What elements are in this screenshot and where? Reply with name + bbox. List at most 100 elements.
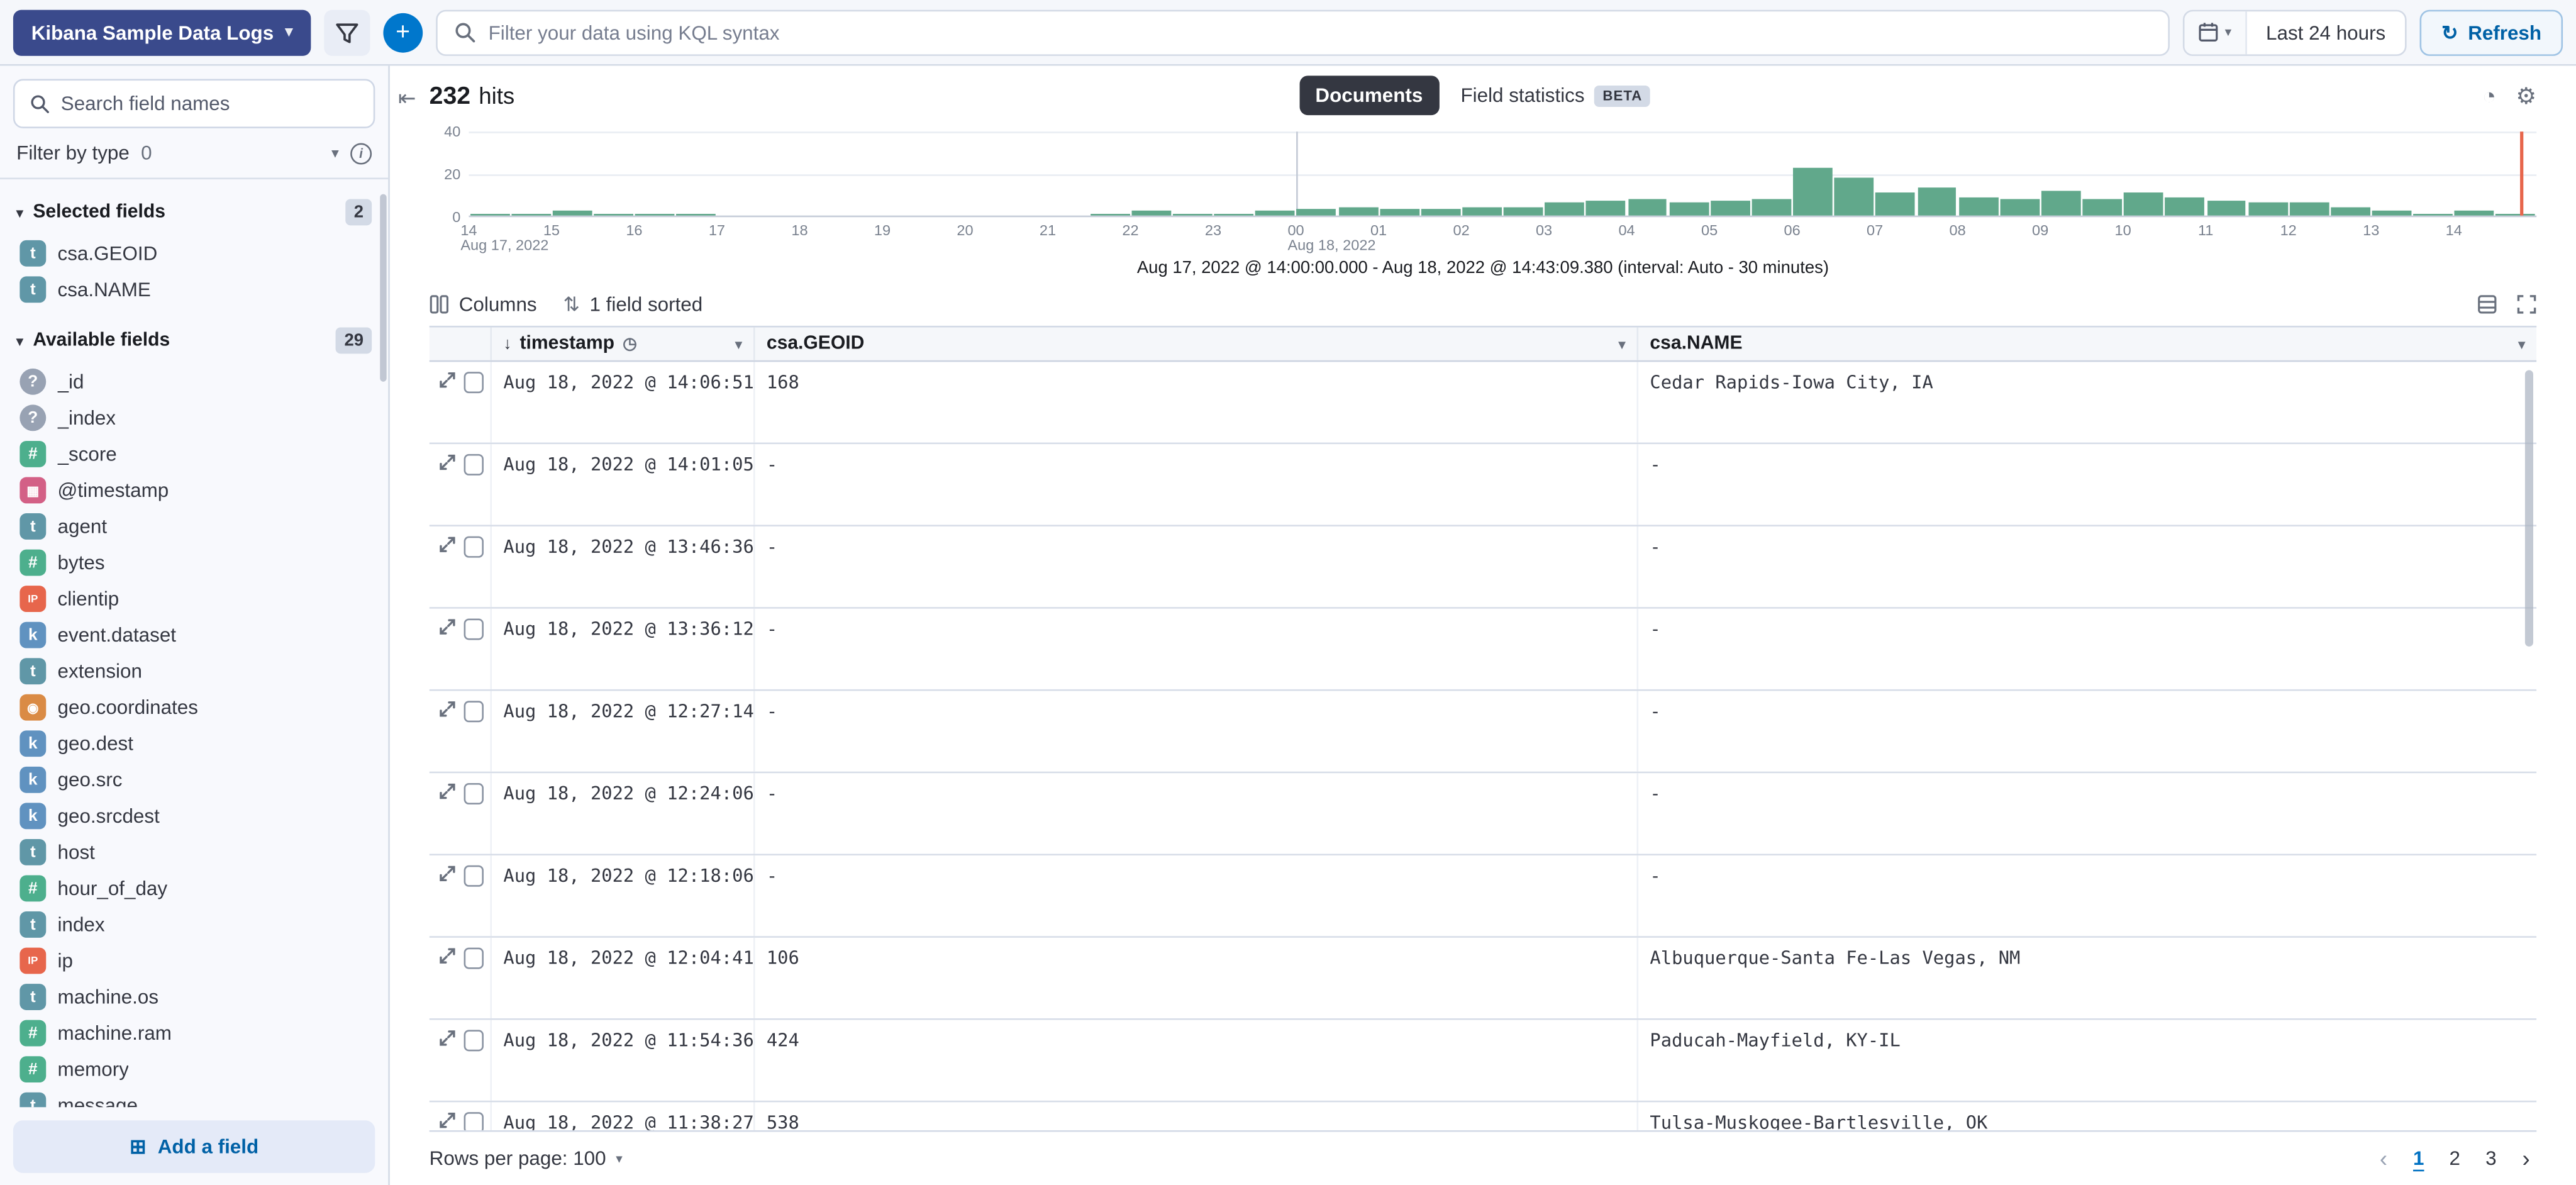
histogram-bar[interactable] bbox=[1504, 207, 1543, 215]
expand-row-button[interactable] bbox=[439, 948, 455, 964]
cell-csa-geoid[interactable]: - bbox=[755, 855, 1639, 936]
display-options-button[interactable] bbox=[2477, 294, 2497, 314]
row-checkbox[interactable] bbox=[464, 454, 484, 476]
field-item-@timestamp[interactable]: ▦@timestamp bbox=[16, 472, 372, 509]
cell-csa-geoid[interactable]: - bbox=[755, 444, 1639, 525]
column-header-csa-name[interactable]: csa.NAME ▾ bbox=[1638, 328, 2536, 360]
expand-row-button[interactable] bbox=[439, 865, 455, 882]
table-row[interactable]: Aug 18, 2022 @ 13:36:12.692-- bbox=[430, 609, 2537, 691]
histogram-bar[interactable] bbox=[2248, 203, 2288, 216]
column-header-timestamp[interactable]: ↓ timestamp ◷ ▾ bbox=[492, 328, 755, 360]
filter-by-type-row[interactable]: Filter by type 0 ▾ i bbox=[0, 138, 388, 179]
field-item-_score[interactable]: #_score bbox=[16, 436, 372, 472]
fullscreen-button[interactable] bbox=[2517, 294, 2536, 314]
histogram-bar[interactable] bbox=[2372, 211, 2412, 216]
cell-csa-geoid[interactable]: 168 bbox=[755, 362, 1639, 442]
histogram-bar[interactable] bbox=[1214, 213, 1254, 215]
cell-csa-name[interactable]: - bbox=[1638, 444, 2536, 525]
info-icon[interactable]: i bbox=[350, 142, 372, 164]
histogram-bar[interactable] bbox=[1793, 167, 1833, 216]
row-checkbox[interactable] bbox=[464, 865, 484, 887]
expand-row-button[interactable] bbox=[439, 701, 455, 717]
refresh-button[interactable]: ↻ Refresh bbox=[2420, 9, 2563, 55]
cell-csa-geoid[interactable]: 424 bbox=[755, 1020, 1639, 1101]
histogram-bar[interactable] bbox=[594, 213, 633, 215]
histogram-bar[interactable] bbox=[1173, 213, 1213, 215]
cell-csa-geoid[interactable]: 538 bbox=[755, 1102, 1639, 1129]
cell-timestamp[interactable]: Aug 18, 2022 @ 14:01:05.297 bbox=[492, 444, 755, 525]
row-checkbox[interactable] bbox=[464, 948, 484, 969]
histogram-bar[interactable] bbox=[2414, 213, 2453, 215]
cell-timestamp[interactable]: Aug 18, 2022 @ 13:36:12.692 bbox=[492, 609, 755, 689]
field-item-ip[interactable]: IPip bbox=[16, 943, 372, 979]
expand-row-button[interactable] bbox=[439, 537, 455, 553]
histogram-bar[interactable] bbox=[2496, 213, 2536, 215]
field-item-agent[interactable]: tagent bbox=[16, 508, 372, 545]
field-item-geo.src[interactable]: kgeo.src bbox=[16, 762, 372, 798]
expand-row-button[interactable] bbox=[439, 454, 455, 470]
cell-csa-name[interactable]: Albuquerque-Santa Fe-Las Vegas, NM bbox=[1638, 938, 2536, 1018]
field-item-extension[interactable]: textension bbox=[16, 653, 372, 689]
histogram-bar[interactable] bbox=[1711, 201, 1750, 215]
row-checkbox[interactable] bbox=[464, 1030, 484, 1051]
field-item-index[interactable]: tindex bbox=[16, 906, 372, 943]
field-item-geo.srcdest[interactable]: kgeo.srcdest bbox=[16, 798, 372, 835]
histogram-bar[interactable] bbox=[1421, 209, 1460, 216]
field-item-hour_of_day[interactable]: #hour_of_day bbox=[16, 871, 372, 907]
histogram-bar[interactable] bbox=[1297, 209, 1336, 216]
field-search-input[interactable]: Search field names bbox=[13, 79, 375, 128]
cell-csa-name[interactable]: - bbox=[1638, 773, 2536, 854]
cell-timestamp[interactable]: Aug 18, 2022 @ 12:27:14.527 bbox=[492, 691, 755, 772]
collapse-sidebar-button[interactable]: ⇤ bbox=[398, 86, 416, 112]
field-item-host[interactable]: thost bbox=[16, 834, 372, 871]
sidebar-scrollbar[interactable] bbox=[380, 194, 386, 382]
expand-row-button[interactable] bbox=[439, 372, 455, 388]
field-item-_id[interactable]: ?_id bbox=[16, 364, 372, 400]
field-item-geo.coordinates[interactable]: ◉geo.coordinates bbox=[16, 689, 372, 726]
tab-field-statistics[interactable]: Field statistics BETA bbox=[1444, 75, 1667, 115]
chart-options-button[interactable]: ◔ bbox=[2482, 81, 2496, 109]
chevron-down-icon[interactable]: ▾ bbox=[1619, 337, 1626, 352]
histogram-bar[interactable] bbox=[2165, 197, 2205, 216]
expand-row-button[interactable] bbox=[439, 783, 455, 799]
histogram-bar[interactable] bbox=[2331, 207, 2370, 215]
cell-timestamp[interactable]: Aug 18, 2022 @ 12:24:06.875 bbox=[492, 773, 755, 854]
row-checkbox[interactable] bbox=[464, 1112, 484, 1129]
field-item-machine.os[interactable]: tmachine.os bbox=[16, 979, 372, 1015]
chevron-down-icon[interactable]: ▾ bbox=[2518, 337, 2525, 352]
field-item-message[interactable]: tmessage bbox=[16, 1088, 372, 1106]
cell-csa-name[interactable]: Paducah-Mayfield, KY-IL bbox=[1638, 1020, 2536, 1101]
cell-csa-geoid[interactable]: - bbox=[755, 526, 1639, 607]
cell-timestamp[interactable]: Aug 18, 2022 @ 12:04:41.998 bbox=[492, 938, 755, 1018]
cell-timestamp[interactable]: Aug 18, 2022 @ 14:06:51.816 bbox=[492, 362, 755, 442]
histogram-bar[interactable] bbox=[2455, 211, 2494, 216]
histogram-bar[interactable] bbox=[2041, 191, 2081, 216]
histogram-bar[interactable] bbox=[1090, 213, 1130, 215]
table-row[interactable]: Aug 18, 2022 @ 12:18:06.737-- bbox=[430, 855, 2537, 938]
tab-documents[interactable]: Documents bbox=[1299, 75, 1439, 115]
table-row[interactable]: Aug 18, 2022 @ 14:06:51.816168Cedar Rapi… bbox=[430, 362, 2537, 444]
histogram-bar[interactable] bbox=[677, 213, 716, 215]
next-page-button[interactable]: › bbox=[2516, 1145, 2536, 1171]
histogram-bar[interactable] bbox=[1255, 211, 1295, 216]
table-row[interactable]: Aug 18, 2022 @ 12:27:14.527-- bbox=[430, 691, 2537, 774]
row-checkbox[interactable] bbox=[464, 783, 484, 804]
histogram-bar[interactable] bbox=[1752, 199, 1791, 216]
rows-per-page-button[interactable]: Rows per page: 100 ▾ bbox=[430, 1147, 623, 1170]
histogram-bar[interactable] bbox=[1917, 188, 1957, 215]
cell-csa-geoid[interactable]: - bbox=[755, 773, 1639, 854]
calendar-dropdown-button[interactable]: ▾ bbox=[2184, 11, 2246, 53]
field-item-event.dataset[interactable]: kevent.dataset bbox=[16, 617, 372, 654]
field-item-csa.NAME[interactable]: tcsa.NAME bbox=[16, 272, 372, 308]
table-row[interactable]: Aug 18, 2022 @ 13:46:36.315-- bbox=[430, 526, 2537, 609]
table-row[interactable]: Aug 18, 2022 @ 12:24:06.875-- bbox=[430, 773, 2537, 855]
cell-csa-geoid[interactable]: - bbox=[755, 609, 1639, 689]
histogram-bar[interactable] bbox=[470, 213, 509, 215]
cell-timestamp[interactable]: Aug 18, 2022 @ 11:54:36.220 bbox=[492, 1020, 755, 1101]
histogram-bar[interactable] bbox=[1380, 209, 1419, 216]
column-header-csa-geoid[interactable]: csa.GEOID ▾ bbox=[755, 328, 1639, 360]
cell-csa-name[interactable]: Tulsa-Muskogee-Bartlesville, OK bbox=[1638, 1102, 2536, 1129]
kql-search-bar[interactable]: Filter your data using KQL syntax bbox=[436, 9, 2169, 55]
cell-csa-name[interactable]: - bbox=[1638, 609, 2536, 689]
saved-query-menu-button[interactable] bbox=[324, 9, 370, 55]
